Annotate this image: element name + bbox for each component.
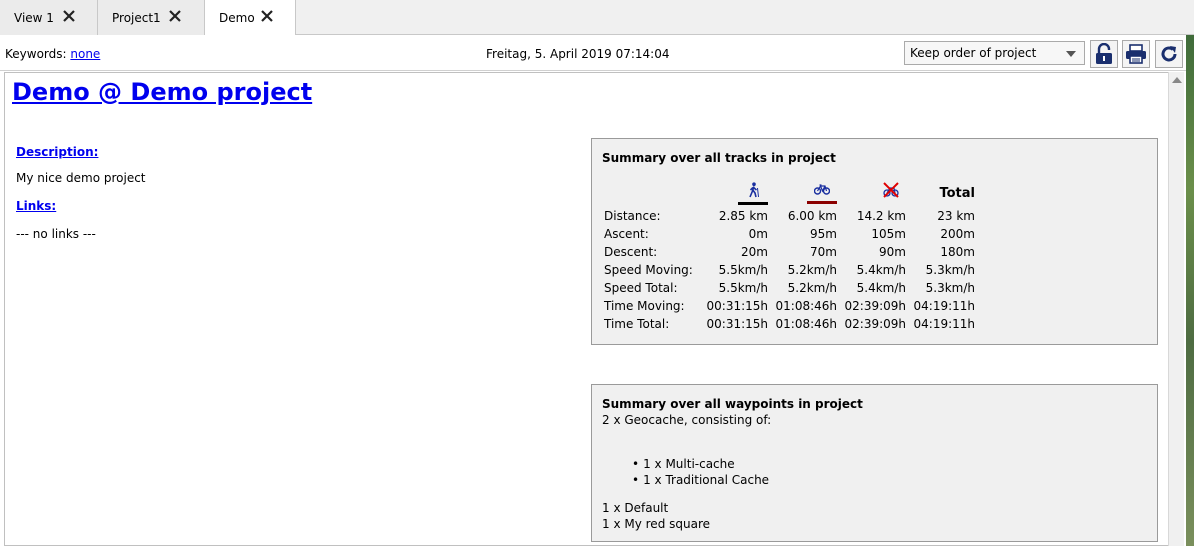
row-label: Ascent: [604, 227, 649, 241]
description-text: My nice demo project [16, 171, 146, 185]
links-heading: Links: [16, 199, 57, 213]
printer-icon [1126, 44, 1146, 64]
row-label: Descent: [604, 245, 658, 259]
column-bicycle [768, 179, 837, 207]
cell: 04:19:11h [913, 317, 976, 331]
report-view: Demo @ Demo project Description: My nice… [4, 72, 1168, 546]
toolbar: Keywords: none Freitag, 5. April 2019 07… [0, 35, 1194, 71]
table-row: Speed Moving: 5.5km/h 5.2km/h 5.4km/h 5.… [602, 261, 975, 279]
table-row: Time Moving: 00:31:15h 01:08:46h 02:39:0… [602, 297, 975, 315]
cell: 04:19:11h [913, 299, 976, 313]
refresh-icon [1161, 46, 1177, 62]
print-button[interactable] [1122, 40, 1150, 68]
close-icon[interactable] [260, 9, 274, 23]
vertical-scrollbar[interactable] [1168, 72, 1184, 546]
cell: 5.3km/h [925, 281, 975, 295]
cell: 180m [940, 245, 975, 259]
hiking-icon [749, 181, 759, 197]
close-icon[interactable] [168, 9, 182, 23]
cell: 5.5km/h [718, 281, 768, 295]
table-row: Ascent: 0m 95m 105m 200m [602, 225, 975, 243]
cell: 5.5km/h [718, 263, 768, 277]
links-text: --- no links --- [16, 227, 96, 241]
chevron-down-icon [1066, 51, 1076, 57]
table-row: Descent: 20m 70m 90m 180m [602, 243, 975, 261]
geocache-summary: 2 x Geocache, consisting of: [602, 413, 772, 427]
cell: 20m [741, 245, 768, 259]
cell: 6.00 km [787, 209, 837, 223]
cell: 00:31:15h [706, 299, 769, 313]
background-window-edge [1186, 35, 1194, 546]
tab-label: Project1 [112, 10, 161, 25]
list-item: 1 x Traditional Cache [632, 473, 769, 487]
cell: 70m [810, 245, 837, 259]
row-label: Speed Moving: [604, 263, 693, 277]
tracks-summary-table: Total Distance: 2.85 km 6.00 km 14.2 km … [602, 179, 975, 333]
unlock-icon [1096, 43, 1112, 64]
column-no-cycling [837, 179, 906, 207]
sort-order-value: Keep order of project [910, 46, 1037, 60]
waypoints-summary-title: Summary over all waypoints in project [602, 397, 863, 411]
keywords-link[interactable]: none [70, 47, 100, 61]
cell: 5.4km/h [856, 263, 906, 277]
row-label: Time Moving: [604, 299, 685, 313]
datetime-text: Freitag, 5. April 2019 07:14:04 [486, 47, 670, 61]
scroll-up-arrow-icon[interactable] [1172, 77, 1182, 83]
cell: 14.2 km [856, 209, 906, 223]
table-row: Time Total: 00:31:15h 01:08:46h 02:39:09… [602, 315, 975, 333]
cell: 01:08:46h [775, 299, 838, 313]
row-label: Distance: [604, 209, 661, 223]
cell: 01:08:46h [775, 317, 838, 331]
cell: 02:39:09h [844, 299, 907, 313]
waypoint-count-line: 1 x Default [602, 501, 669, 515]
close-icon[interactable] [62, 9, 76, 23]
column-hiking [699, 179, 768, 207]
tab-view-1[interactable]: View 1 [0, 0, 98, 35]
cell: 02:39:09h [844, 317, 907, 331]
table-row: Distance: 2.85 km 6.00 km 14.2 km 23 km [602, 207, 975, 225]
page-title[interactable]: Demo @ Demo project [12, 78, 312, 106]
keywords-label: Keywords: [5, 47, 67, 61]
tab-label: View 1 [14, 10, 54, 25]
bicycle-icon [813, 183, 831, 195]
cell: 90m [879, 245, 906, 259]
tracks-summary-title: Summary over all tracks in project [602, 151, 836, 165]
cell: 200m [940, 227, 975, 241]
no-cycling-icon [883, 182, 899, 198]
refresh-button[interactable] [1155, 40, 1183, 68]
cell: 23 km [937, 209, 975, 223]
cell: 5.4km/h [856, 281, 906, 295]
cell: 105m [871, 227, 906, 241]
row-label: Speed Total: [604, 281, 678, 295]
cell: 0m [748, 227, 768, 241]
tab-demo[interactable]: Demo [205, 0, 296, 36]
tracks-summary-box: Summary over all tracks in project Total… [591, 138, 1158, 345]
cell: 5.2km/h [787, 263, 837, 277]
tab-label: Demo [219, 11, 255, 25]
table-row: Speed Total: 5.5km/h 5.2km/h 5.4km/h 5.3… [602, 279, 975, 297]
tab-bar: View 1 Project1 Demo [0, 0, 1194, 36]
cell: 5.2km/h [787, 281, 837, 295]
tab-project1[interactable]: Project1 [98, 0, 205, 35]
list-item: 1 x Multi-cache [632, 457, 735, 471]
description-heading: Description: [16, 145, 99, 159]
waypoints-summary-box: Summary over all waypoints in project 2 … [591, 384, 1158, 542]
cell: 2.85 km [718, 209, 768, 223]
sort-order-select[interactable]: Keep order of project [904, 41, 1085, 65]
row-label: Time Total: [604, 317, 670, 331]
keywords: Keywords: none [5, 47, 100, 61]
total-header: Total [939, 185, 975, 201]
cell: 95m [810, 227, 837, 241]
cell: 00:31:15h [706, 317, 769, 331]
waypoint-count-line: 1 x My red square [602, 517, 710, 531]
lock-button[interactable] [1090, 40, 1118, 68]
cell: 5.3km/h [925, 263, 975, 277]
